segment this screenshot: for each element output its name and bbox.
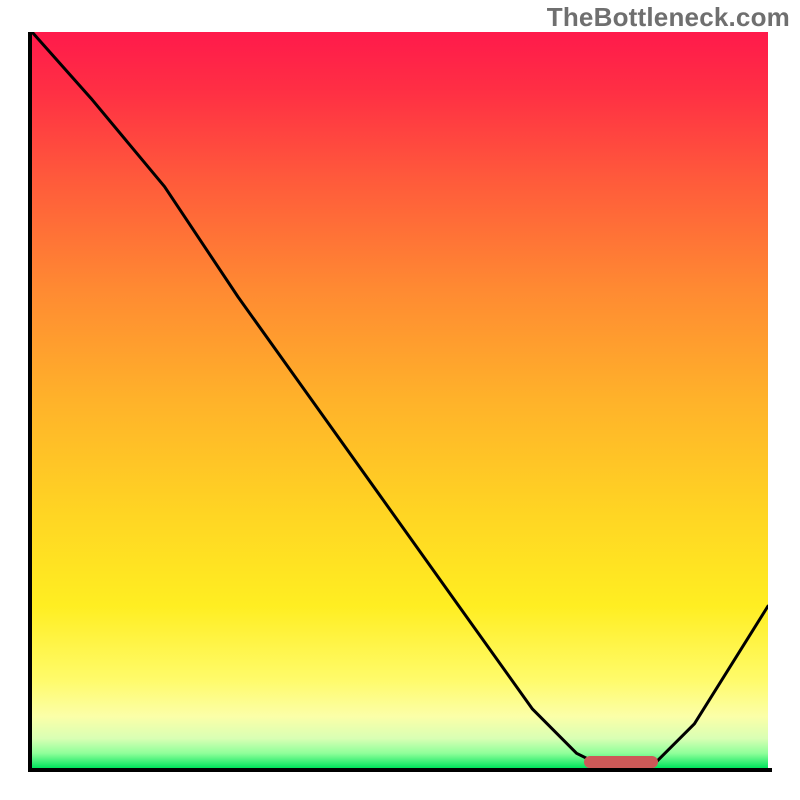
- optimal-range-marker: [584, 756, 658, 768]
- plot-area: [32, 32, 768, 768]
- y-axis: [28, 32, 32, 772]
- watermark-text: TheBottleneck.com: [547, 2, 790, 33]
- x-axis: [28, 768, 772, 772]
- bottleneck-curve: [32, 32, 768, 768]
